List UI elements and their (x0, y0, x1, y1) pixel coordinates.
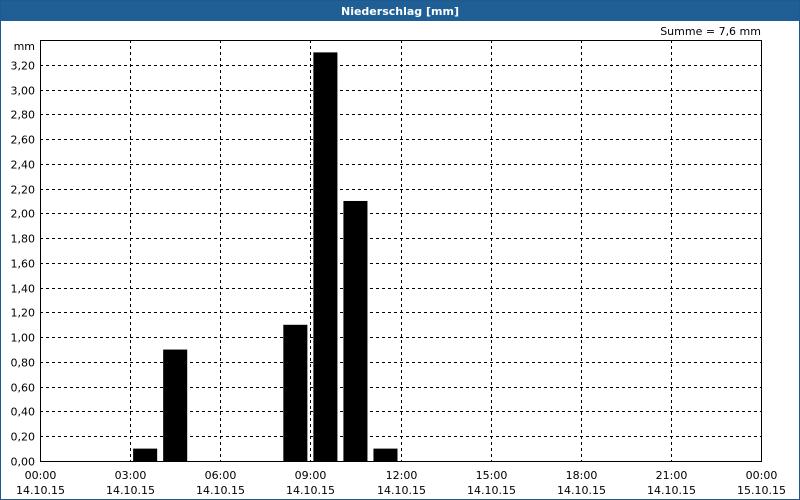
x-tick-date: 14.10.15 (196, 484, 245, 497)
y-tick-label: 1,00 (11, 332, 36, 345)
x-tick-time: 15:00 (476, 469, 508, 482)
y-tick-label: 1,40 (11, 283, 36, 296)
y-unit-label: mm (14, 40, 35, 53)
bar-1000 (343, 200, 368, 461)
x-tick-time: 18:00 (566, 469, 598, 482)
x-tick-date: 14.10.15 (467, 484, 516, 497)
y-tick-label: 0,80 (11, 357, 36, 370)
x-tick-time: 03:00 (115, 469, 147, 482)
y-tick-label: 3,20 (11, 60, 36, 73)
bar-0300 (133, 448, 158, 461)
y-tick-label: 1,60 (11, 258, 36, 271)
y-tick-label: 2,40 (11, 159, 36, 172)
y-tick-label: 0,40 (11, 406, 36, 419)
y-tick-label: 2,60 (11, 134, 36, 147)
x-tick-time: 12:00 (386, 469, 418, 482)
precipitation-chart: 0,00 0,20 0,40 0,60 0,80 1,00 1,20 1,40 1,60 1,80… (11, 25, 786, 497)
x-tick-time: 00:00 (746, 469, 778, 482)
x-tick-date: 14.10.15 (286, 484, 335, 497)
x-tick-time: 09:00 (295, 469, 327, 482)
x-tick-time: 00:00 (25, 469, 57, 482)
summary-label: Summe = 7,6 mm (660, 25, 761, 38)
y-tick-label: 0,20 (11, 431, 36, 444)
y-tick-label: 2,80 (11, 109, 36, 122)
x-tick-time: 06:00 (205, 469, 237, 482)
bar-1100 (373, 448, 398, 461)
x-tick-date: 14.10.15 (16, 484, 65, 497)
bar-0800 (283, 324, 308, 461)
y-tick-label: 0,00 (11, 456, 36, 469)
x-tick-date: 14.10.15 (557, 484, 606, 497)
y-tick-label: 2,20 (11, 184, 36, 197)
y-tick-label: 0,60 (11, 382, 36, 395)
y-tick-label: 1,80 (11, 233, 36, 246)
x-tick-date: 14.10.15 (377, 484, 426, 497)
y-tick-label: 3,00 (11, 85, 36, 98)
bar-0900 (313, 52, 338, 461)
x-tick-time: 21:00 (656, 469, 688, 482)
x-tick-date: 15.10.15 (737, 484, 786, 497)
y-tick-label: 2,00 (11, 208, 36, 221)
bar-0400 (163, 349, 188, 461)
x-tick-date: 14.10.15 (647, 484, 696, 497)
y-tick-label: 1,20 (11, 307, 36, 320)
x-tick-date: 14.10.15 (106, 484, 155, 497)
